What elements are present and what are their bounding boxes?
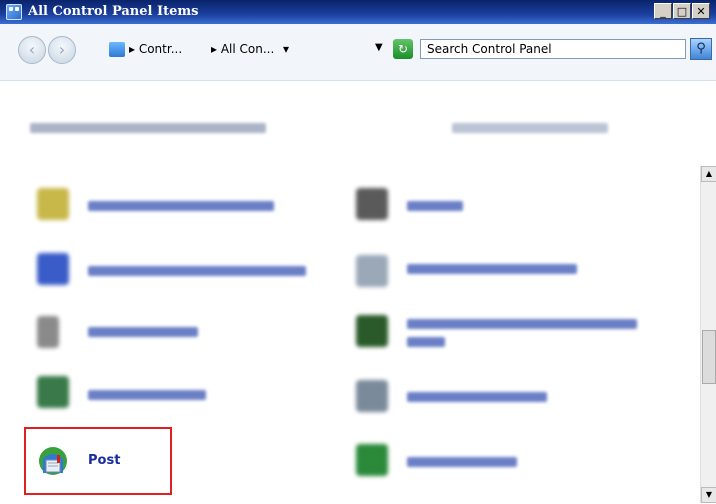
mouse-item[interactable] bbox=[407, 201, 463, 211]
location-sensors-item[interactable] bbox=[88, 201, 274, 211]
phone-modem-item[interactable] bbox=[407, 392, 547, 402]
search-icon[interactable]: ⚲ bbox=[690, 38, 712, 60]
address-dropdown-icon[interactable]: ▼ bbox=[375, 42, 383, 53]
scroll-up-button[interactable]: ▲ bbox=[701, 166, 716, 182]
pen-touch-item[interactable] bbox=[88, 327, 198, 337]
performance-icon bbox=[356, 315, 388, 347]
scroll-thumb[interactable] bbox=[702, 330, 716, 384]
pen-touch-icon bbox=[37, 316, 59, 348]
view-by-selector[interactable] bbox=[452, 123, 608, 133]
back-button[interactable]: ‹ bbox=[18, 36, 46, 64]
programs-icon bbox=[356, 444, 388, 476]
phone-modem-icon bbox=[356, 380, 388, 412]
performance-item[interactable] bbox=[407, 319, 637, 329]
refresh-button[interactable]: ↻ bbox=[393, 39, 413, 59]
close-button[interactable]: ✕ bbox=[692, 3, 710, 19]
adjust-settings-heading bbox=[30, 123, 266, 133]
programs-item[interactable] bbox=[407, 457, 517, 467]
vertical-scrollbar[interactable]: ▲ ▼ bbox=[700, 166, 716, 503]
notification-icons-item[interactable] bbox=[407, 264, 577, 274]
title-bar: All Control Panel Items _ □ ✕ bbox=[0, 0, 716, 24]
post-icon[interactable] bbox=[37, 445, 69, 477]
network-sharing-icon bbox=[37, 253, 69, 285]
maximize-button[interactable]: □ bbox=[673, 3, 691, 19]
performance-item-continued[interactable] bbox=[407, 337, 445, 347]
breadcrumb-all-items[interactable]: ▸ All Con... bbox=[211, 42, 274, 56]
breadcrumb[interactable]: ▸ Contr... ▸ All Con... ▾ bbox=[101, 38, 371, 62]
forward-button[interactable]: › bbox=[48, 36, 76, 64]
control-panel-small-icon bbox=[109, 42, 125, 57]
personalization-item[interactable] bbox=[88, 390, 206, 400]
mouse-icon bbox=[356, 188, 388, 220]
window-title: All Control Panel Items bbox=[28, 4, 199, 19]
network-sharing-item[interactable] bbox=[88, 266, 306, 276]
minimize-button[interactable]: _ bbox=[654, 3, 672, 19]
location-sensors-icon bbox=[37, 188, 69, 220]
control-panel-icon bbox=[6, 4, 22, 20]
post-item-label[interactable]: Post bbox=[88, 453, 120, 468]
breadcrumb-control-panel[interactable]: ▸ Contr... bbox=[129, 42, 182, 56]
search-input[interactable] bbox=[420, 39, 686, 59]
personalization-icon bbox=[37, 376, 69, 408]
scroll-down-button[interactable]: ▼ bbox=[701, 487, 716, 503]
breadcrumb-expand[interactable]: ▾ bbox=[283, 42, 289, 56]
notification-icons-icon bbox=[356, 255, 388, 287]
